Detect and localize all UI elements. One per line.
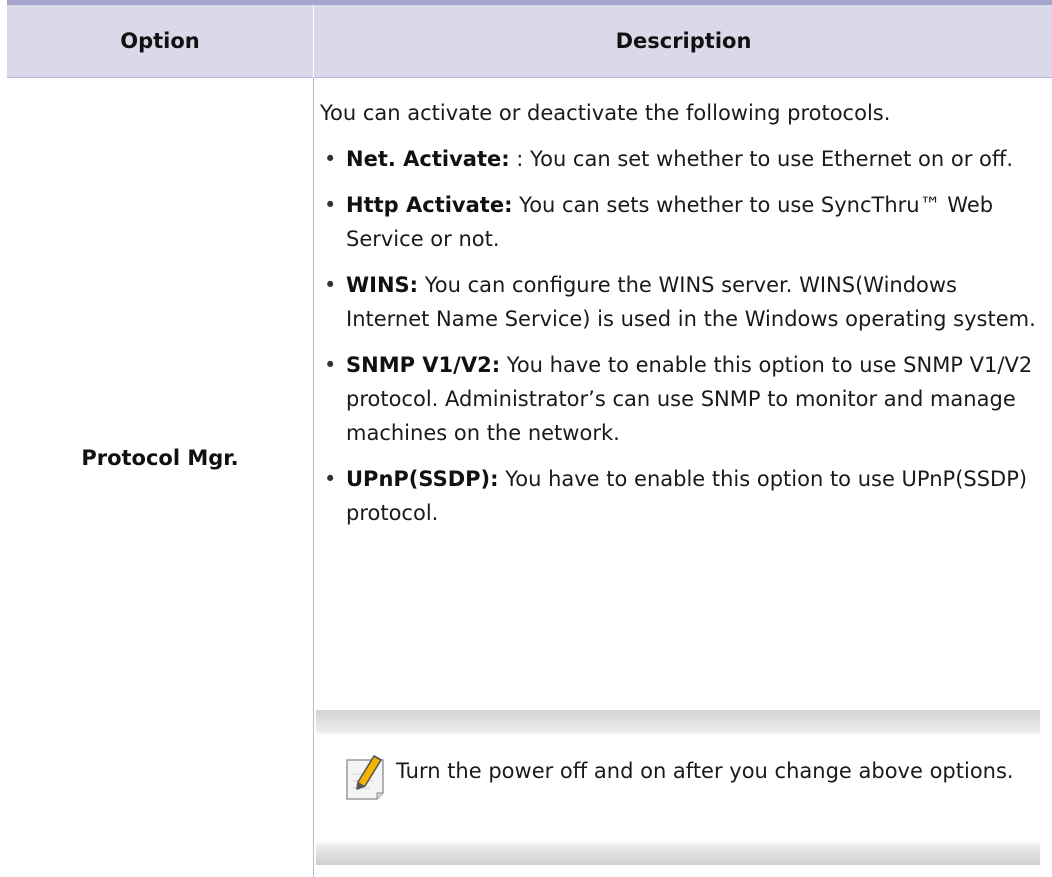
note-text: Turn the power off and on after you chan… <box>396 759 1014 783</box>
item-term: WINS: <box>346 273 419 297</box>
item-term: Net. Activate: <box>346 147 510 171</box>
item-term: SNMP V1/V2: <box>346 353 501 377</box>
description-cell: You can activate or deactivate the follo… <box>320 96 1040 542</box>
note-top-bar <box>316 710 1040 736</box>
header-column-divider <box>313 5 314 78</box>
bullet-icon: • <box>324 193 337 217</box>
protocol-list: • Net. Activate: : You can set whether to… <box>320 142 1040 530</box>
note-bottom-bar <box>316 841 1040 865</box>
column-header-option: Option <box>120 29 200 53</box>
list-item: • UPnP(SSDP): You have to enable this opt… <box>320 462 1040 530</box>
body-column-divider <box>313 78 314 877</box>
item-term: UPnP(SSDP): <box>346 467 499 491</box>
list-item: • SNMP V1/V2: You have to enable this opt… <box>320 348 1040 450</box>
bullet-icon: • <box>324 353 337 377</box>
note-box: Turn the power off and on after you chan… <box>316 710 1040 865</box>
bullet-icon: • <box>324 147 337 171</box>
description-intro: You can activate or deactivate the follo… <box>320 101 891 125</box>
list-item: • Net. Activate: : You can set whether to… <box>320 142 1040 176</box>
option-name: Protocol Mgr. <box>81 446 239 470</box>
bullet-icon: • <box>324 467 337 491</box>
item-term: Http Activate: <box>346 193 513 217</box>
item-text: : You can set whether to use Ethernet on… <box>509 147 1013 171</box>
column-header-description: Description <box>615 29 752 53</box>
bullet-icon: • <box>324 273 337 297</box>
list-item: • WINS: You can configure the WINS server… <box>320 268 1040 336</box>
note-pencil-icon <box>346 755 384 800</box>
item-text: You can configure the WINS server. WINS(… <box>346 273 1036 331</box>
list-item: • Http Activate: You can sets whether to … <box>320 188 1040 256</box>
